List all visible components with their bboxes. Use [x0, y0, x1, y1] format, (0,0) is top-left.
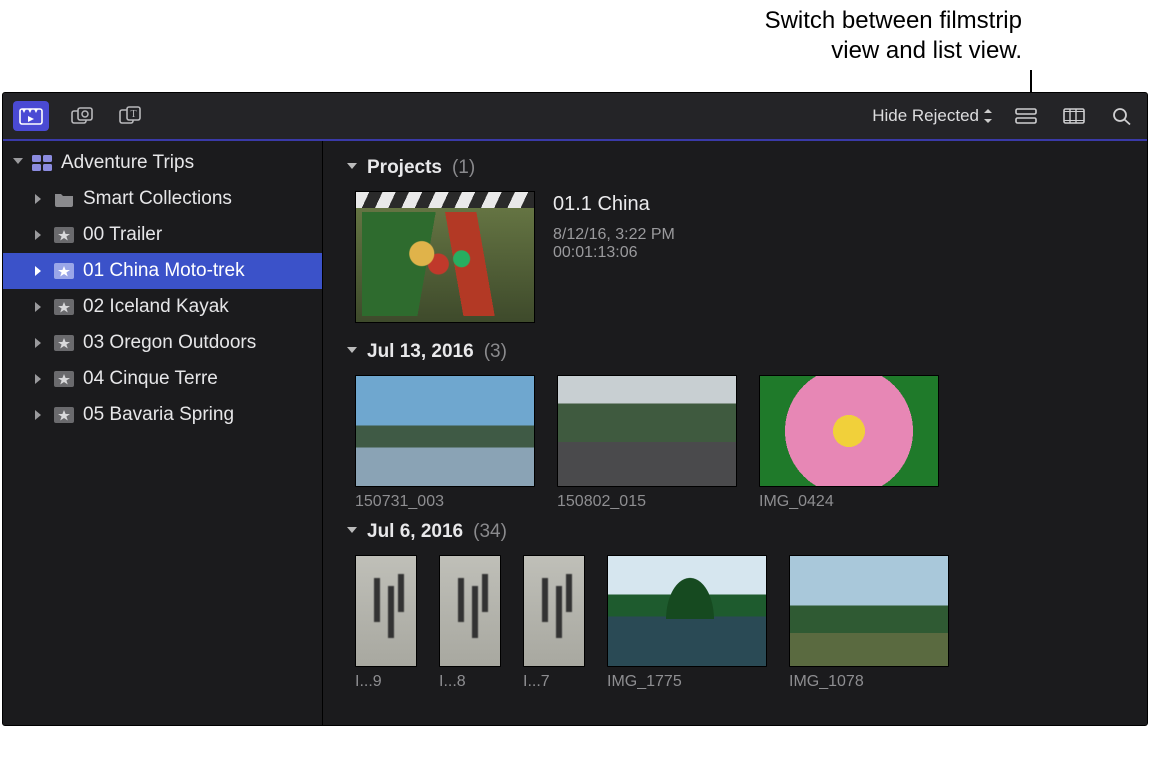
project-thumbnail[interactable] [355, 191, 535, 323]
event-star-icon [53, 261, 75, 281]
browser-toolbar: T Hide Rejected [3, 93, 1147, 141]
clip-label: IMG_0424 [759, 493, 939, 511]
thumbnail-image [362, 212, 528, 316]
clip-item[interactable]: 150802_015 [557, 375, 737, 511]
section-title: Projects [367, 157, 442, 179]
sidebar-item-02-iceland[interactable]: 02 Iceland Kayak [3, 289, 322, 325]
disclosure-down-icon[interactable] [347, 347, 357, 357]
search-button[interactable] [1107, 101, 1137, 131]
sidebar-item-label: 01 China Moto-trek [83, 260, 245, 282]
app-window: T Hide Rejected [2, 92, 1148, 726]
callout-annotation: Switch between filmstrip view and list v… [765, 6, 1022, 66]
disclosure-down-icon[interactable] [347, 527, 357, 537]
clip-item[interactable]: IMG_1775 [607, 555, 767, 691]
disclosure-right-icon[interactable] [35, 230, 45, 240]
clip-item[interactable]: I...7 [523, 555, 585, 691]
section-count: (1) [452, 157, 475, 179]
clip-item[interactable]: I...8 [439, 555, 501, 691]
clip-item[interactable]: IMG_0424 [759, 375, 939, 511]
sidebar-item-label: Smart Collections [83, 188, 232, 210]
updown-icon [983, 109, 993, 123]
clip-thumbnail[interactable] [789, 555, 949, 667]
clapperboard-icon [356, 192, 534, 208]
callout-line2: view and list view. [765, 36, 1022, 66]
disclosure-right-icon[interactable] [35, 302, 45, 312]
clip-appearance-button[interactable] [1059, 101, 1089, 131]
clip-filter-select[interactable]: Hide Rejected [872, 106, 993, 126]
event-star-icon [53, 405, 75, 425]
sidebar-item-smart-collections[interactable]: Smart Collections [3, 181, 322, 217]
section-title: Jul 6, 2016 [367, 521, 463, 543]
clip-label: 150731_003 [355, 493, 535, 511]
folder-icon [53, 189, 75, 209]
project-duration: 00:01:13:06 [553, 244, 675, 262]
clip-row: 150731_003 150802_015 IMG_0424 [355, 375, 1137, 511]
section-title: Jul 13, 2016 [367, 341, 474, 363]
clip-thumbnail[interactable] [439, 555, 501, 667]
project-date: 8/12/16, 3:22 PM [553, 226, 675, 244]
clip-item[interactable]: I...9 [355, 555, 417, 691]
sidebar-item-00-trailer[interactable]: 00 Trailer [3, 217, 322, 253]
disclosure-down-icon[interactable] [347, 163, 357, 173]
project-name: 01.1 China [553, 193, 675, 216]
clip-label: 150802_015 [557, 493, 737, 511]
sidebar-item-03-oregon[interactable]: 03 Oregon Outdoors [3, 325, 322, 361]
section-header-date2[interactable]: Jul 6, 2016 (34) [347, 521, 1137, 543]
project-item[interactable]: 01.1 China 8/12/16, 3:22 PM 00:01:13:06 [355, 191, 1137, 323]
sidebar-item-label: 04 Cinque Terre [83, 368, 218, 390]
event-star-icon [53, 333, 75, 353]
clip-thumbnail[interactable] [557, 375, 737, 487]
clip-row: I...9 I...8 I...7 IMG_1775 [355, 555, 1137, 691]
library-icon [31, 153, 53, 173]
clip-label: IMG_1078 [789, 673, 949, 691]
section-header-date1[interactable]: Jul 13, 2016 (3) [347, 341, 1137, 363]
clip-thumbnail[interactable] [607, 555, 767, 667]
clip-thumbnail[interactable] [355, 375, 535, 487]
photos-browser-icon[interactable] [67, 101, 97, 131]
disclosure-down-icon[interactable] [13, 158, 23, 168]
sidebar-item-label: 02 Iceland Kayak [83, 296, 229, 318]
event-star-icon [53, 369, 75, 389]
view-toggle-button[interactable] [1011, 101, 1041, 131]
svg-text:T: T [130, 109, 136, 120]
clip-filter-label: Hide Rejected [872, 106, 979, 126]
clip-thumbnail[interactable] [355, 555, 417, 667]
clip-item[interactable]: 150731_003 [355, 375, 535, 511]
section-header-projects[interactable]: Projects (1) [347, 157, 1137, 179]
disclosure-right-icon[interactable] [35, 410, 45, 420]
sidebar-item-04-cinque[interactable]: 04 Cinque Terre [3, 361, 322, 397]
project-metadata: 01.1 China 8/12/16, 3:22 PM 00:01:13:06 [553, 191, 675, 323]
callout-line1: Switch between filmstrip [765, 6, 1022, 36]
event-star-icon [53, 225, 75, 245]
clip-label: IMG_1775 [607, 673, 767, 691]
sidebar-item-label: 05 Bavaria Spring [83, 404, 234, 426]
event-star-icon [53, 297, 75, 317]
media-browser-icon[interactable] [13, 101, 49, 131]
sidebar-library-row[interactable]: Adventure Trips [3, 145, 322, 181]
sidebar-item-01-china[interactable]: 01 China Moto-trek [3, 253, 322, 289]
sidebar-library-label: Adventure Trips [61, 152, 194, 174]
clip-thumbnail[interactable] [523, 555, 585, 667]
clip-item[interactable]: IMG_1078 [789, 555, 949, 691]
disclosure-right-icon[interactable] [35, 374, 45, 384]
clip-label: I...9 [355, 673, 417, 691]
clip-label: I...8 [439, 673, 501, 691]
clip-thumbnail[interactable] [759, 375, 939, 487]
disclosure-right-icon[interactable] [35, 266, 45, 276]
section-count: (3) [484, 341, 507, 363]
disclosure-right-icon[interactable] [35, 338, 45, 348]
sidebar-item-label: 00 Trailer [83, 224, 162, 246]
clip-label: I...7 [523, 673, 585, 691]
sidebar-item-05-bavaria[interactable]: 05 Bavaria Spring [3, 397, 322, 433]
disclosure-right-icon[interactable] [35, 194, 45, 204]
library-sidebar: Adventure Trips Smart Collections 00 Tra… [3, 141, 323, 725]
section-count: (34) [473, 521, 507, 543]
browser-content: Projects (1) 01.1 China 8/12/16, 3:22 PM… [323, 141, 1147, 725]
titles-browser-icon[interactable]: T [115, 101, 145, 131]
sidebar-item-label: 03 Oregon Outdoors [83, 332, 256, 354]
